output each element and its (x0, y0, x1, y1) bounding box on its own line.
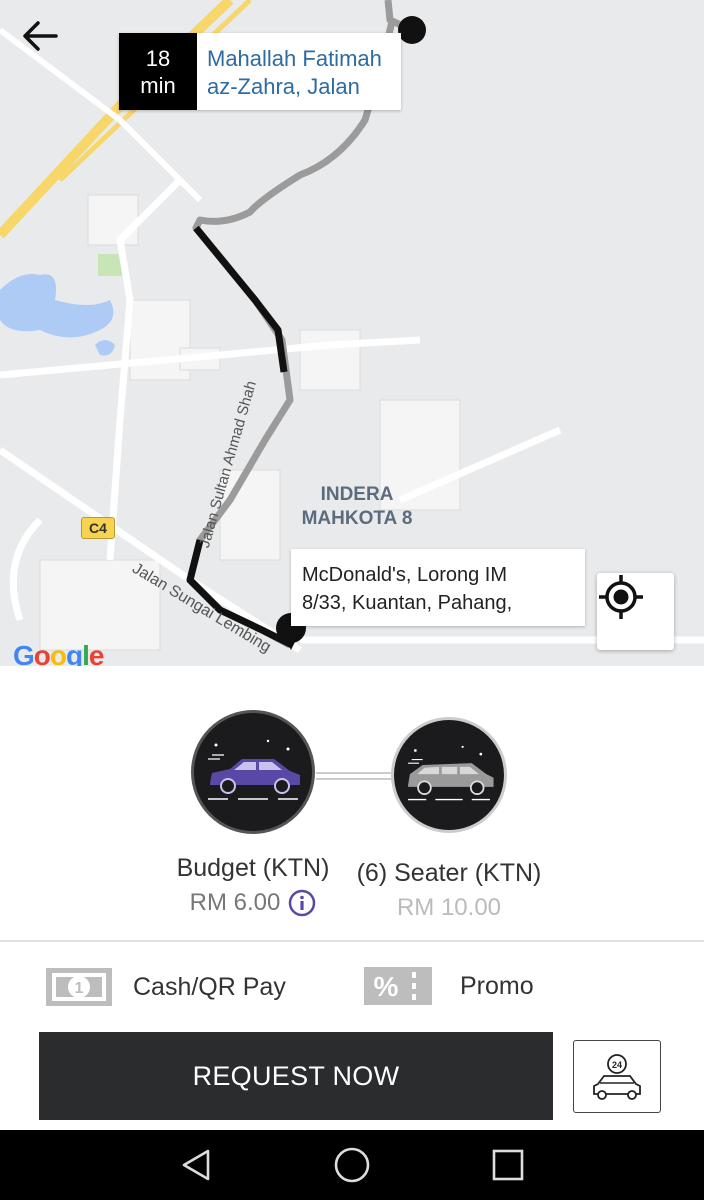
eta-badge: 18 min (119, 33, 197, 110)
google-logo: Google (13, 640, 104, 666)
request-now-button[interactable]: REQUEST NOW (39, 1032, 553, 1120)
promo-label: Promo (460, 971, 534, 1000)
vehicle-image (391, 717, 507, 833)
svg-text:%: % (374, 971, 399, 1002)
road-badge: C4 (81, 517, 115, 539)
vehicle-price: RM 10.00 (396, 894, 502, 921)
vehicle-option-seater[interactable]: (6) Seater (KTN) RM 10.00 (349, 716, 549, 922)
nav-back-icon (182, 1149, 210, 1181)
pickup-card[interactable]: McDonald's, Lorong IM 8/33, Kuantan, Pah… (291, 549, 585, 626)
car-24h-icon: 24 (593, 1053, 641, 1100)
vehicle-price: RM 6.00 (190, 889, 317, 917)
pickup-address-line: 8/33, Kuantan, Pahang, (302, 592, 513, 614)
svg-text:24: 24 (612, 1060, 622, 1070)
back-button[interactable] (22, 20, 76, 74)
arrow-left-icon (23, 21, 58, 51)
vehicle-image (191, 710, 315, 834)
pickup-address-line: McDonald's, Lorong IM (302, 564, 508, 586)
nav-recents-icon (492, 1149, 524, 1181)
info-icon[interactable] (288, 889, 316, 917)
cash-icon: 1 (46, 968, 112, 1006)
promo-button[interactable]: % Promo (364, 967, 534, 1005)
map-view[interactable]: C4 Jalan Sungai Lembing Jalan Sultan Ahm… (0, 0, 704, 666)
nav-home-icon (334, 1147, 370, 1183)
svg-text:1: 1 (75, 980, 84, 997)
vehicle-name: Budget (KTN) (176, 854, 330, 882)
destination-card[interactable]: 18 min Mahallah Fatimah az-Zahra, Jalan (119, 33, 401, 110)
system-navigation-bar (0, 1130, 704, 1200)
destination-address: Mahallah Fatimah az-Zahra, Jalan (207, 46, 382, 99)
vehicle-option-budget[interactable]: Budget (KTN) RM 6.00 (153, 710, 353, 917)
payment-method-button[interactable]: 1 Cash/QR Pay (45, 967, 286, 1007)
car-icon (408, 745, 494, 801)
nav-home-button[interactable] (330, 1143, 374, 1187)
schedule-ride-button[interactable]: 24 (573, 1040, 661, 1113)
payment-method-label: Cash/QR Pay (133, 972, 286, 1001)
percent-tag-icon: % (364, 967, 432, 1005)
crosshair-icon (599, 575, 643, 619)
nav-back-button[interactable] (174, 1143, 218, 1187)
divider (0, 940, 704, 942)
vehicle-name: (6) Seater (KTN) (356, 859, 542, 887)
my-location-button[interactable] (597, 573, 674, 650)
nav-recents-button[interactable] (486, 1143, 530, 1187)
area-label: INDERA MAHKOTA 8 (301, 484, 413, 529)
car-icon (208, 739, 300, 800)
